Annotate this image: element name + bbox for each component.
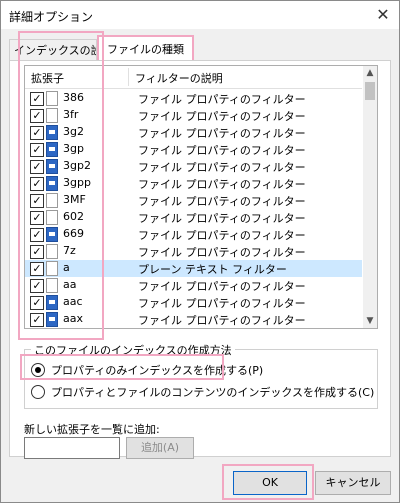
add-extension-input[interactable] [24,437,120,459]
row-filter-description: プレーン テキスト フィルター [138,263,287,276]
row-filter-description: ファイル プロパティのフィルター [138,144,306,157]
row-filter-description: ファイル プロパティのフィルター [138,127,306,140]
add-extension-button[interactable]: 追加(A) [126,437,194,459]
column-header-filter[interactable]: フィルターの説明 [135,70,223,86]
row-filter-description: ファイル プロパティのフィルター [138,178,306,191]
row-filter-description: ファイル プロパティのフィルター [138,161,306,174]
row-filter-description: ファイル プロパティのフィルター [138,229,306,242]
row-filter-description: ファイル プロパティのフィルター [138,246,306,259]
column-separator [128,68,129,86]
cancel-button[interactable]: キャンセル [315,471,391,495]
highlight-ok-button [222,464,314,500]
close-icon[interactable]: ✕ [373,5,393,25]
add-extension-label: 新しい拡張子を一覧に追加: [24,423,160,436]
row-filter-description: ファイル プロパティのフィルター [138,212,306,225]
row-filter-description: ファイル プロパティのフィルター [138,297,306,310]
highlight-properties-only-option [20,354,224,380]
row-filter-description: ファイル プロパティのフィルター [138,93,306,106]
row-filter-description: ファイル プロパティのフィルター [138,110,306,123]
highlight-extension-column [18,31,104,340]
scroll-up-icon[interactable]: ▲ [363,66,377,80]
scroll-thumb[interactable] [365,82,375,100]
row-filter-description: ファイル プロパティのフィルター [138,314,306,327]
radio-properties-and-content[interactable] [31,385,45,399]
title-bar: 詳細オプション ✕ [1,1,399,29]
window-title: 詳細オプション [9,10,94,24]
scroll-down-icon[interactable]: ▼ [363,314,377,328]
vertical-scrollbar[interactable]: ▲ ▼ [363,66,377,328]
radio-label-properties-and-content[interactable]: プロパティとファイルのコンテンツのインデックスを作成する(C) [51,384,374,400]
row-filter-description: ファイル プロパティのフィルター [138,280,306,293]
row-filter-description: ファイル プロパティのフィルター [138,195,306,208]
